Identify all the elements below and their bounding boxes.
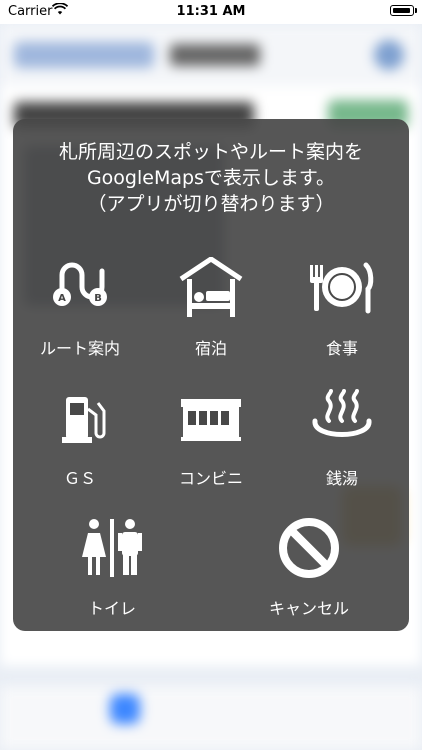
dialog-message: 札所周辺のスポットやルート案内を GoogleMapsで表示します。 （アプリが… <box>13 139 409 217</box>
lodging-button[interactable]: 宿泊 <box>146 257 276 367</box>
background-navbar <box>0 24 422 86</box>
dialog-message-line: （アプリが切り替わります） <box>87 193 335 215</box>
cancel-button[interactable]: キャンセル <box>244 517 374 627</box>
status-bar: Carrier 11:31 AM <box>0 0 422 24</box>
dialog-message-line: 札所周辺のスポットやルート案内を <box>58 141 363 163</box>
status-time: 11:31 AM <box>176 4 246 19</box>
battery-level <box>392 7 410 13</box>
svg-text:B: B <box>94 293 102 304</box>
route-ab-icon: A B <box>15 257 145 327</box>
gas-station-label: ＧＳ <box>63 469 96 488</box>
hot-spring-icon <box>277 387 407 457</box>
background-tabbar <box>0 686 422 750</box>
svg-text:A: A <box>58 293 66 304</box>
map-options-dialog: 札所周辺のスポットやルート案内を GoogleMapsで表示します。 （アプリが… <box>13 119 409 631</box>
hot-spring-label: 銭湯 <box>325 469 358 488</box>
dining-plate-icon <box>277 257 407 327</box>
route-guide-label: ルート案内 <box>39 339 120 358</box>
convenience-store-icon <box>146 387 276 457</box>
gas-station-icon <box>15 387 145 457</box>
convenience-store-button[interactable]: コンビニ <box>146 387 276 497</box>
cancel-label: キャンセル <box>268 599 349 618</box>
dialog-message-line: GoogleMapsで表示します。 <box>86 167 336 189</box>
lodging-label: 宿泊 <box>194 339 227 358</box>
convenience-store-label: コンビニ <box>178 469 243 488</box>
background-nav-title <box>170 44 260 66</box>
gas-station-button[interactable]: ＧＳ <box>15 387 145 497</box>
dining-label: 食事 <box>325 339 358 358</box>
dining-button[interactable]: 食事 <box>277 257 407 367</box>
restroom-label: トイレ <box>87 599 136 618</box>
restroom-icon <box>47 517 177 587</box>
background-tab-icon <box>110 694 140 724</box>
restroom-button[interactable]: トイレ <box>47 517 177 627</box>
cancel-icon <box>244 517 374 587</box>
hot-spring-button[interactable]: 銭湯 <box>277 387 407 497</box>
background-nav-pill <box>14 42 154 68</box>
background-nav-button <box>374 40 404 70</box>
battery-icon <box>390 5 417 16</box>
lodging-bed-icon <box>146 257 276 327</box>
route-guide-button[interactable]: A B ルート案内 <box>15 257 145 367</box>
